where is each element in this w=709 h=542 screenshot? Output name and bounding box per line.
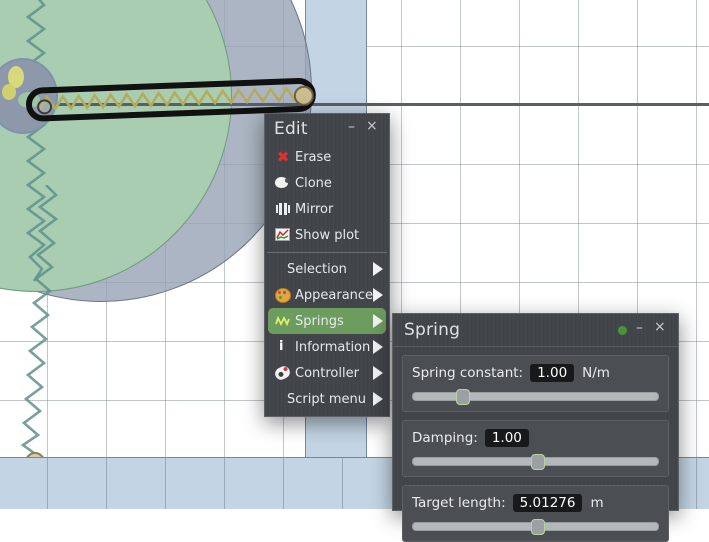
spring-properties-panel[interactable]: Spring – × Spring constant: 1.00 N/m Dam…	[392, 313, 679, 542]
damping-row: Damping: 1.00	[412, 429, 659, 447]
menu-item-erase[interactable]: ✖ Erase	[265, 144, 389, 170]
clone-icon	[274, 175, 292, 191]
menu-item-mirror[interactable]: Mirror	[265, 196, 389, 222]
damping-slider[interactable]	[412, 454, 659, 470]
spring-constant-group: Spring constant: 1.00 N/m	[402, 355, 669, 412]
chevron-right-icon	[373, 366, 383, 380]
chevron-right-icon	[373, 392, 383, 406]
target-length-row: Target length: 5.01276 m	[412, 494, 659, 512]
menu-item-label: Springs	[295, 313, 344, 329]
menu-item-label: Selection	[287, 261, 347, 277]
chevron-right-icon	[373, 340, 383, 354]
menu-item-springs[interactable]: Springs	[268, 308, 386, 334]
menu-item-label: Controller	[295, 365, 359, 381]
mirror-icon	[274, 201, 292, 217]
chevron-right-icon	[373, 262, 383, 276]
edit-menu-header: Edit – ×	[265, 114, 389, 144]
menu-item-clone[interactable]: Clone	[265, 170, 389, 196]
menu-item-selection[interactable]: Selection	[265, 256, 389, 282]
menu-item-label: Information	[295, 339, 371, 355]
menu-item-show-plot[interactable]: Show plot	[265, 222, 389, 248]
menu-item-information[interactable]: i Information	[265, 334, 389, 360]
menu-separator	[267, 252, 387, 253]
target-length-slider[interactable]	[412, 519, 659, 535]
chevron-right-icon	[373, 314, 383, 328]
info-icon: i	[279, 339, 284, 354]
close-icon[interactable]: ×	[366, 119, 378, 133]
erase-icon: ✖	[276, 148, 290, 166]
spring-icon	[274, 313, 292, 329]
chevron-right-icon	[373, 288, 383, 302]
damping-group: Damping: 1.00	[402, 420, 669, 477]
target-length-group: Target length: 5.01276 m	[402, 485, 669, 542]
controller-icon	[273, 364, 292, 382]
target-length-value[interactable]: 5.01276	[512, 494, 583, 512]
menu-item-label: Erase	[295, 149, 332, 165]
spring-constant-unit: N/m	[582, 365, 610, 381]
spring-constant-slider[interactable]	[412, 389, 659, 405]
edit-menu-title: Edit	[274, 119, 308, 139]
close-icon[interactable]: ×	[654, 320, 666, 334]
vertical-spring-lower	[20, 185, 59, 455]
menu-item-appearance[interactable]: Appearance	[265, 282, 389, 308]
palette-icon	[274, 287, 292, 303]
edit-menu-panel[interactable]: Edit – × ✖ Erase Clone Mirror Show plot …	[264, 113, 390, 417]
menu-item-label: Script menu	[287, 391, 366, 407]
menu-item-controller[interactable]: Controller	[265, 360, 389, 386]
slider-track	[412, 392, 659, 401]
menu-item-label: Mirror	[295, 201, 334, 217]
spring-constant-label: Spring constant:	[412, 365, 524, 381]
damping-label: Damping:	[412, 430, 478, 446]
plot-icon	[274, 227, 292, 243]
menu-item-script-menu[interactable]: Script menu	[265, 386, 389, 412]
pin-icon[interactable]	[617, 325, 628, 336]
damping-value[interactable]: 1.00	[484, 429, 529, 447]
slider-knob[interactable]	[530, 454, 545, 470]
spring-constant-value[interactable]: 1.00	[530, 364, 575, 382]
menu-item-label: Clone	[295, 175, 332, 191]
minimize-icon[interactable]: –	[348, 120, 355, 134]
minimize-icon[interactable]: –	[636, 321, 643, 335]
menu-item-label: Appearance	[295, 287, 374, 303]
machine-part-b	[2, 84, 16, 100]
spring-constant-row: Spring constant: 1.00 N/m	[412, 364, 659, 382]
slider-knob[interactable]	[530, 519, 545, 535]
slider-knob[interactable]	[456, 389, 471, 405]
spring-panel-title: Spring	[404, 320, 461, 340]
spring-panel-header: Spring – ×	[393, 314, 678, 347]
menu-item-label: Show plot	[295, 227, 360, 243]
